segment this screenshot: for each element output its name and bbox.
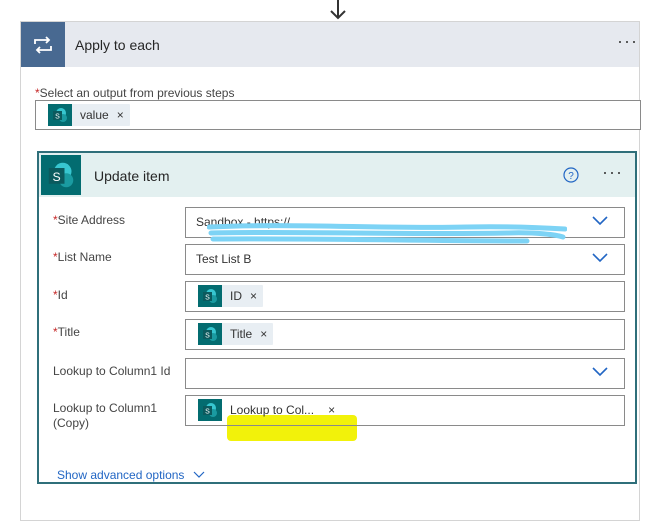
token-label: ID xyxy=(230,289,242,303)
loop-icon xyxy=(21,22,65,67)
lookup-id-dropdown[interactable] xyxy=(185,358,625,389)
id-label: *Id xyxy=(53,288,68,302)
apply-to-each-header[interactable]: Apply to each ··· xyxy=(21,22,639,67)
value-token[interactable]: S value × xyxy=(48,104,130,126)
chevron-down-icon[interactable] xyxy=(592,367,608,377)
svg-text:S: S xyxy=(205,409,210,416)
remove-token-icon[interactable]: × xyxy=(246,289,263,303)
chevron-down-icon[interactable] xyxy=(193,471,205,479)
list-name-dropdown[interactable]: Test List B xyxy=(185,244,625,275)
sharepoint-icon: S xyxy=(48,104,72,126)
update-item-title: Update item xyxy=(94,168,170,184)
question-circle-icon[interactable]: ? xyxy=(563,167,579,183)
site-address-label: *Site Address xyxy=(53,213,126,227)
update-item-header[interactable]: S Update item ? ··· xyxy=(39,153,635,197)
sharepoint-icon: S xyxy=(198,323,222,345)
lookup-copy-label: Lookup to Column1 (Copy) xyxy=(53,401,158,430)
id-field[interactable]: S ID × xyxy=(185,281,625,312)
sharepoint-icon: S xyxy=(198,399,222,421)
apply-to-each-card: Apply to each ··· *Select an output from… xyxy=(20,21,641,521)
redaction-scribble xyxy=(207,223,567,244)
svg-text:S: S xyxy=(55,114,60,121)
output-field[interactable]: S value × xyxy=(35,100,641,130)
token-label: Title xyxy=(230,327,253,341)
token-label: Lookup to Col... xyxy=(230,403,315,417)
remove-token-icon[interactable]: × xyxy=(113,108,130,122)
sharepoint-icon: S xyxy=(198,285,222,307)
title-label: *Title xyxy=(53,325,80,339)
id-token[interactable]: S ID × xyxy=(198,285,264,307)
svg-text:S: S xyxy=(205,295,210,302)
remove-token-icon[interactable]: × xyxy=(318,403,341,417)
apply-to-each-title: Apply to each xyxy=(75,37,160,53)
lookup-copy-field[interactable]: S Lookup to Col... × xyxy=(185,395,625,426)
output-field-label: *Select an output from previous steps xyxy=(35,86,235,100)
show-advanced-options-link[interactable]: Show advanced options xyxy=(57,468,184,482)
list-name-label: *List Name xyxy=(53,250,112,264)
lookup-id-label: Lookup to Column1 Id xyxy=(53,364,171,378)
svg-text:?: ? xyxy=(568,171,574,182)
chevron-down-icon[interactable] xyxy=(592,216,608,226)
sharepoint-icon: S xyxy=(41,155,81,195)
more-options-icon[interactable]: ··· xyxy=(617,32,638,50)
title-field[interactable]: S Title × xyxy=(185,319,625,350)
title-token[interactable]: S Title × xyxy=(198,323,274,345)
update-item-card: S Update item ? ··· *Site Address Sandbo… xyxy=(37,151,637,484)
chevron-down-icon[interactable] xyxy=(592,253,608,263)
remove-token-icon[interactable]: × xyxy=(256,327,273,341)
connector-arrow-icon xyxy=(330,0,346,20)
list-name-value: Test List B xyxy=(196,252,252,266)
svg-text:S: S xyxy=(205,333,210,340)
svg-text:S: S xyxy=(53,170,61,184)
token-label: value xyxy=(80,108,109,122)
lookup-copy-token[interactable]: S Lookup to Col... × xyxy=(198,399,341,421)
more-options-icon[interactable]: ··· xyxy=(602,163,623,181)
